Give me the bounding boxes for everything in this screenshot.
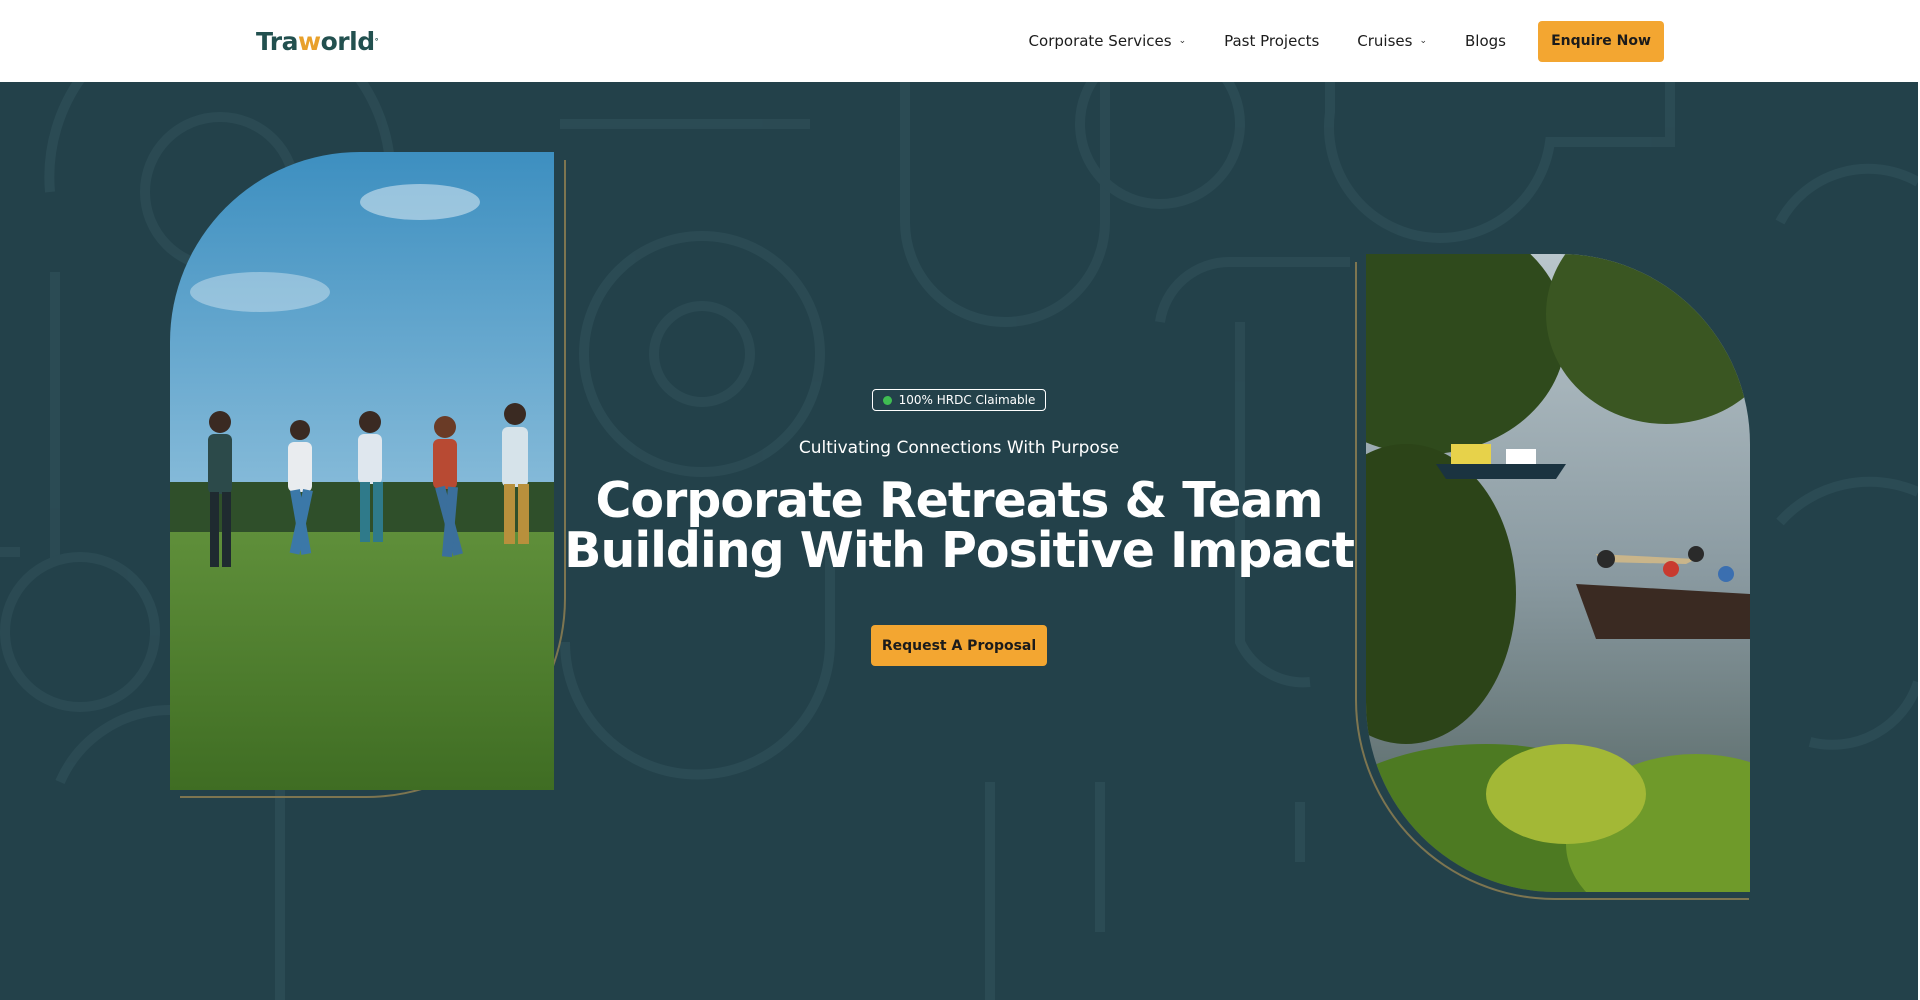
headline-line-2: Building With Positive Impact (564, 522, 1355, 579)
nav-past-projects[interactable]: Past Projects (1224, 32, 1319, 50)
nav-blogs-label: Blogs (1465, 32, 1506, 50)
boats-on-lake-image (1366, 254, 1750, 892)
hrdc-claimable-badge: 100% HRDC Claimable (872, 389, 1046, 411)
status-dot-icon (882, 395, 892, 405)
enquire-now-button[interactable]: Enquire Now (1538, 20, 1664, 62)
badge-label: 100% HRDC Claimable (898, 393, 1036, 407)
request-proposal-button[interactable]: Request A Proposal (871, 625, 1047, 666)
chevron-down-icon: ⌄ (1178, 36, 1187, 46)
nav-blogs[interactable]: Blogs (1465, 32, 1506, 50)
right-hero-image (1366, 254, 1750, 892)
hero-headline: Corporate Retreats & Team Building With … (560, 476, 1358, 576)
nav-corporate-services-label: Corporate Services (1028, 32, 1172, 50)
main-nav: Corporate Services ⌄ Past Projects Cruis… (1029, 20, 1664, 62)
nav-corporate-services[interactable]: Corporate Services ⌄ (1029, 32, 1187, 50)
nav-cruises-label: Cruises (1357, 32, 1413, 50)
hero-tagline: Cultivating Connections With Purpose (798, 438, 1120, 458)
site-header: Traworld° Corporate Services ⌄ Past Proj… (0, 0, 1918, 82)
chevron-down-icon: ⌄ (1419, 36, 1428, 46)
headline-line-1: Corporate Retreats & Team (595, 472, 1323, 529)
people-jumping-image (170, 152, 554, 790)
nav-past-projects-label: Past Projects (1224, 32, 1320, 50)
travworld-logo[interactable]: Traworld° (256, 28, 379, 56)
nav-cruises[interactable]: Cruises ⌄ (1357, 32, 1427, 50)
left-hero-image (170, 152, 554, 790)
hero-section: 100% HRDC Claimable Cultivating Connecti… (0, 82, 1918, 1000)
